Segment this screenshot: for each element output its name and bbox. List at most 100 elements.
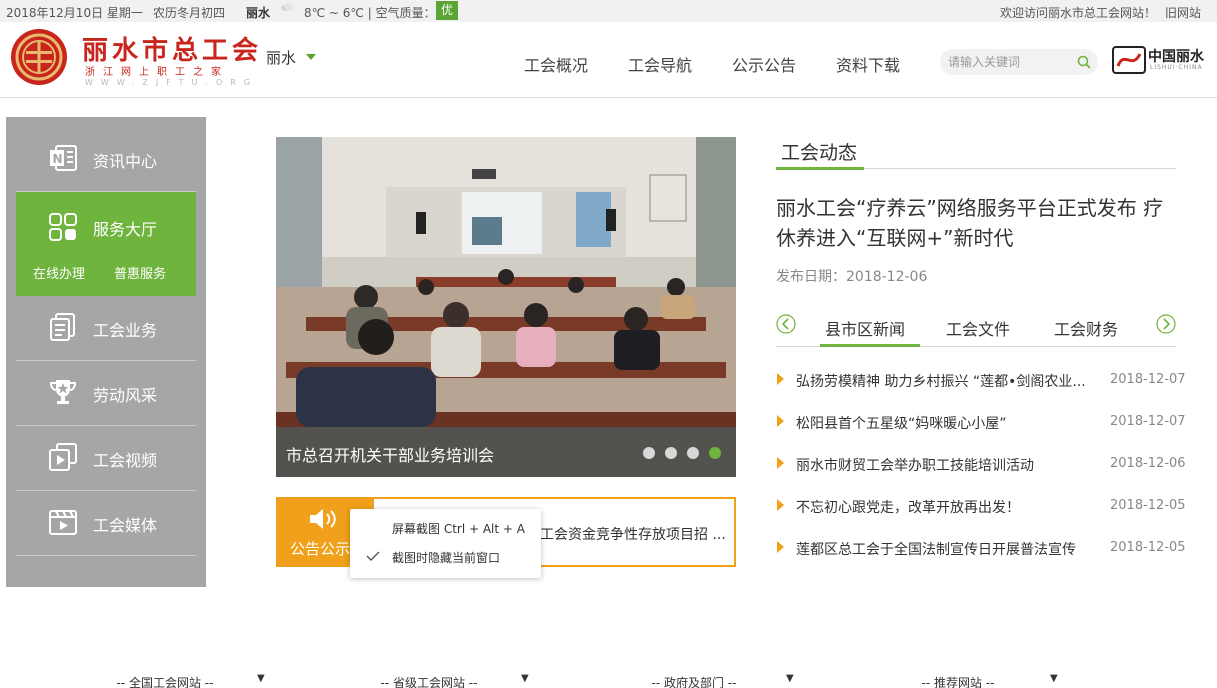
section-title: 工会动态	[781, 142, 858, 164]
list-item[interactable]: 弘扬劳模精神 助力乡村振兴 “莲都•剑阁农业... 2018-12-07	[776, 369, 1186, 391]
air-quality-badge: 优	[436, 1, 458, 20]
headline-pubdate: 发布日期：2018-12-06	[776, 269, 928, 285]
photo-slideshow[interactable]: 市总召开机关干部业务培训会	[276, 137, 736, 477]
select-provincial-union-sites[interactable]: -- 省级工会网站 -- ▼	[339, 673, 539, 688]
onenote-icon: N	[50, 145, 77, 171]
weather-city: 丽水	[246, 6, 271, 20]
trophy-icon	[49, 380, 77, 404]
china-logo-text: 中国丽水	[1148, 49, 1204, 65]
china-lishui-logo[interactable]: 中国丽水 LISHUI·CHINA	[1112, 44, 1212, 78]
sidebar-item-label: 工会业务	[93, 321, 158, 340]
date-text: 2018年12月10日 星期一	[6, 6, 143, 20]
site-header: 丽水市总工会 浙江网上职工之家 WWW.ZJFTU.ORG 丽水 工会概况 工会…	[0, 22, 1217, 98]
screenshot-context-menu: 屏幕截图 Ctrl + Alt + A 截图时隐藏当前窗口	[350, 509, 541, 578]
news-date: 2018-12-05	[1110, 498, 1186, 513]
sidebar-item-label: 资讯中心	[93, 152, 158, 171]
news-date: 2018-12-07	[1110, 372, 1186, 387]
news-title[interactable]: 不忘初心跟党走，改革开放再出发！	[796, 497, 1096, 517]
search-icon[interactable]	[1077, 55, 1091, 69]
news-date: 2018-12-06	[1110, 456, 1186, 471]
slide-dot-3[interactable]	[687, 447, 699, 459]
list-item[interactable]: 松阳县首个五星级“妈咪暖心小屋” 2018-12-07	[776, 411, 1186, 433]
sidebar-item-service-hall[interactable]: 服务大厅 在线办理 普惠服务	[16, 192, 196, 296]
news-title[interactable]: 丽水市财贸工会举办职工技能培训活动	[796, 455, 1096, 475]
logo-subtitle: 浙江网上职工之家	[85, 67, 229, 78]
top-info-bar: 2018年12月10日 星期一 农历冬月初四 丽水 8℃ ~ 6℃ | 空气质量…	[0, 0, 1217, 22]
list-item[interactable]: 莲都区总工会于全国法制宣传日开展普法宣传 2018-12-05	[776, 537, 1186, 559]
nav-downloads[interactable]: 资料下载	[836, 52, 900, 76]
select-recommended-sites[interactable]: -- 推荐网站 -- ▼	[868, 673, 1068, 688]
dropdown-arrow-icon: ▼	[521, 673, 529, 684]
union-emblem-icon[interactable]	[8, 28, 70, 86]
chevron-right-icon[interactable]	[1156, 314, 1176, 334]
news-title[interactable]: 弘扬劳模精神 助力乡村振兴 “莲都•剑阁农业...	[796, 371, 1096, 391]
bullet-arrow-icon	[777, 373, 784, 385]
grid-icon	[49, 213, 77, 241]
sidebar-item-union-media[interactable]: 工会媒体	[16, 491, 196, 556]
bullet-arrow-icon	[777, 415, 784, 427]
news-date: 2018-12-07	[1110, 414, 1186, 429]
sidebar-item-news-center[interactable]: N 资讯中心	[16, 127, 196, 192]
sidebar-sub-benefit-service[interactable]: 普惠服务	[114, 263, 166, 282]
announcement-label: 公告公示	[290, 540, 351, 558]
sidebar-item-union-video[interactable]: 工会视频	[16, 426, 196, 491]
lunar-date-text: 农历冬月初四	[153, 6, 226, 20]
select-label: -- 政府及部门 --	[651, 676, 737, 688]
sidebar-item-label: 劳动风采	[93, 386, 158, 405]
nav-announcements[interactable]: 公示公告	[732, 52, 796, 76]
bullet-arrow-icon	[777, 541, 784, 553]
select-label: -- 全国工会网站 --	[116, 676, 214, 688]
headline-link[interactable]: 丽水工会“疗养云”网络服务平台正式发布 疗休养进入“互联网+”新时代	[776, 193, 1176, 253]
nav-union-guide[interactable]: 工会导航	[628, 52, 692, 76]
chevron-left-icon[interactable]	[776, 314, 796, 334]
sidebar-sub-online-service[interactable]: 在线办理	[33, 263, 85, 282]
dropdown-arrow-icon: ▼	[1050, 673, 1058, 684]
news-title[interactable]: 松阳县首个五星级“妈咪暖心小屋”	[796, 413, 1096, 433]
welcome-text: 欢迎访问丽水市总工会网站！	[1000, 6, 1157, 20]
svg-text:N: N	[53, 152, 63, 166]
select-national-union-sites[interactable]: -- 全国工会网站 -- ▼	[75, 673, 275, 688]
region-selector[interactable]: 丽水	[266, 47, 296, 68]
select-label: -- 省级工会网站 --	[380, 676, 478, 688]
list-item[interactable]: 丽水市财贸工会举办职工技能培训活动 2018-12-06	[776, 453, 1186, 475]
sidebar-item-labor-style[interactable]: 劳动风采	[16, 361, 196, 426]
slide-caption[interactable]: 市总召开机关干部业务培训会	[286, 442, 494, 466]
sidebar-item-label: 工会媒体	[93, 516, 158, 535]
select-government-departments[interactable]: -- 政府及部门 -- ▼	[604, 673, 804, 688]
slide-caption-bar: 市总召开机关干部业务培训会	[276, 427, 736, 477]
announcement-text[interactable]: 工会资金竞争性存放项目招 ...	[540, 524, 726, 544]
menu-item-screenshot[interactable]: 屏幕截图 Ctrl + Alt + A	[392, 520, 525, 537]
document-icon	[50, 313, 75, 341]
meeting-room-photo	[276, 137, 736, 477]
sidebar-item-label: 工会视频	[93, 451, 158, 470]
logo-url: WWW.ZJFTU.ORG	[85, 78, 258, 87]
caret-down-icon[interactable]	[306, 54, 316, 60]
sidebar-item-label: 服务大厅	[93, 220, 158, 239]
cloud-icon	[281, 3, 293, 11]
nav-union-overview[interactable]: 工会概况	[524, 52, 588, 76]
slide-dot-1[interactable]	[643, 447, 655, 459]
search-input[interactable]	[948, 53, 1068, 71]
tab-union-documents[interactable]: 工会文件	[946, 316, 1010, 340]
tab-active-indicator	[820, 344, 920, 347]
section-title-underline	[776, 167, 864, 170]
checkmark-icon	[366, 551, 380, 561]
menu-item-hide-window[interactable]: 截图时隐藏当前窗口	[392, 549, 500, 566]
dropdown-arrow-icon: ▼	[786, 673, 794, 684]
lishui-emblem-icon	[1112, 46, 1146, 74]
bullet-arrow-icon	[777, 499, 784, 511]
bullet-arrow-icon	[777, 457, 784, 469]
list-item[interactable]: 不忘初心跟党走，改革开放再出发！ 2018-12-05	[776, 495, 1186, 517]
temperature-text: 8℃ ~ 6℃ | 空气质量：	[304, 6, 436, 20]
sidebar-item-union-business[interactable]: 工会业务	[16, 296, 196, 361]
tab-union-finance[interactable]: 工会财务	[1054, 316, 1118, 340]
search-box	[940, 49, 1098, 75]
news-title[interactable]: 莲都区总工会于全国法制宣传日开展普法宣传	[796, 539, 1096, 559]
slide-dot-2[interactable]	[665, 447, 677, 459]
speaker-icon	[310, 509, 336, 529]
tab-county-news[interactable]: 县市区新闻	[825, 316, 905, 340]
video-icon	[49, 443, 77, 471]
slide-dot-4[interactable]	[709, 447, 721, 459]
old-site-link[interactable]: 旧网站	[1165, 4, 1201, 21]
select-label: -- 推荐网站 --	[921, 676, 995, 688]
